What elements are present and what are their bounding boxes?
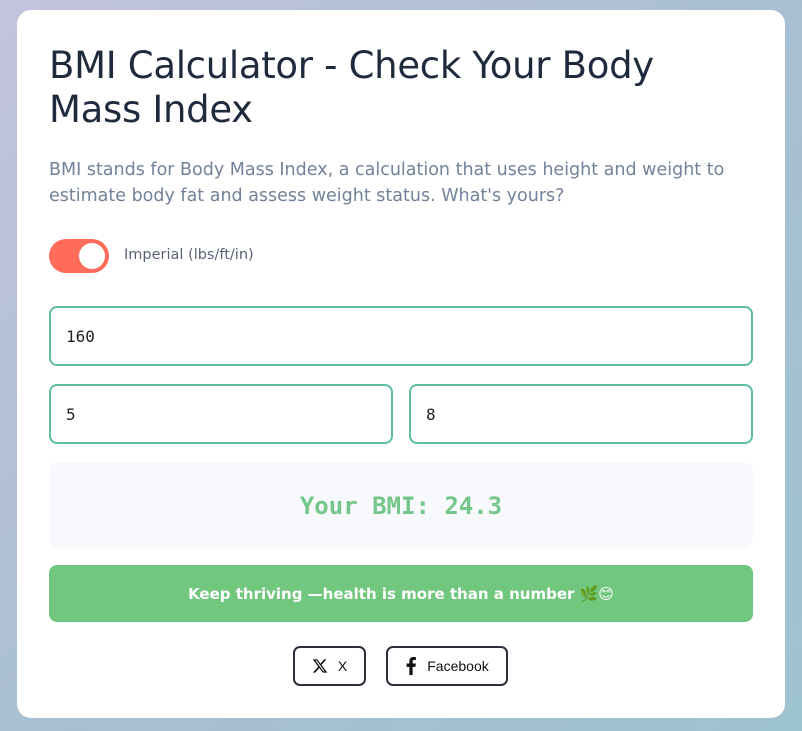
unit-toggle-label: Imperial (lbs/ft/in) (124, 247, 254, 263)
bmi-result: Your BMI: 24.3 (49, 462, 753, 549)
toggle-knob (79, 243, 105, 269)
x-logo-icon (312, 658, 328, 674)
bmi-card: BMI Calculator - Check Your Body Mass In… (17, 10, 785, 718)
height-inches-input[interactable] (409, 384, 753, 444)
bmi-result-text: Your BMI: 24.3 (299, 491, 503, 520)
share-x-label: X (337, 658, 348, 674)
unit-toggle[interactable] (49, 239, 109, 273)
page-title: BMI Calculator - Check Your Body Mass In… (49, 44, 654, 131)
height-feet-input[interactable] (49, 384, 393, 444)
weight-input[interactable] (49, 306, 753, 366)
share-facebook-label: Facebook (427, 658, 489, 674)
share-facebook-button[interactable]: Facebook (386, 646, 508, 686)
page-description: BMI stands for Body Mass Index, a calcul… (49, 160, 725, 206)
health-message-banner: Keep thriving —health is more than a num… (49, 565, 753, 622)
facebook-logo-icon (405, 657, 417, 675)
health-message-text: Keep thriving —health is more than a num… (188, 584, 614, 603)
share-x-button[interactable]: X (293, 646, 366, 686)
